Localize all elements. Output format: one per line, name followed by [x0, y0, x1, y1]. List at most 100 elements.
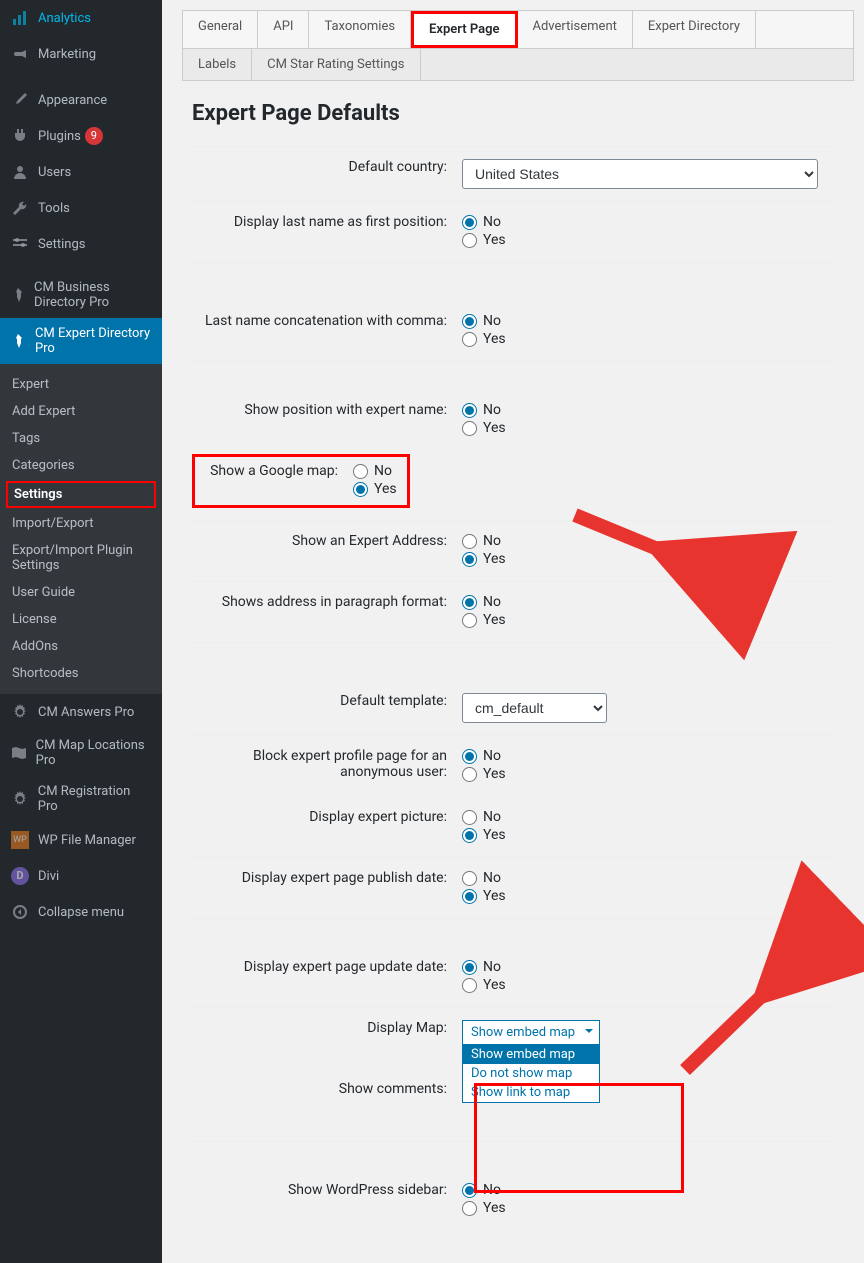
radio-no[interactable]: No: [462, 533, 834, 549]
sidebar-item-cm-reg[interactable]: CM Registration Pro: [0, 776, 162, 822]
select-template[interactable]: cm_default: [462, 693, 607, 723]
option-no-map[interactable]: Do not show map: [463, 1064, 599, 1083]
tab-advertisement[interactable]: Advertisement: [518, 11, 633, 48]
label-block-anon: Block expert profile page for an anonymo…: [192, 748, 462, 784]
brush-icon: [10, 90, 30, 110]
radio-yes[interactable]: Yes: [462, 612, 834, 628]
wp-badge-icon: WP: [10, 830, 30, 850]
radio-yes[interactable]: Yes: [462, 827, 834, 843]
map-icon: [10, 743, 28, 763]
pin-icon: [10, 331, 27, 351]
plug-icon: [10, 126, 30, 146]
label-google-map: Show a Google map:: [205, 463, 353, 499]
label: Users: [38, 165, 71, 180]
label-last-name-comma: Last name concatenation with comma:: [192, 313, 462, 349]
sidebar-item-appearance[interactable]: Appearance: [0, 82, 162, 118]
sidebar-submenu: Expert Add Expert Tags Categories Settin…: [0, 364, 162, 694]
radio-no[interactable]: No: [462, 594, 834, 610]
user-icon: [10, 162, 30, 182]
sub-user-guide[interactable]: User Guide: [0, 579, 162, 606]
sidebar-item-marketing[interactable]: Marketing: [0, 36, 162, 72]
highlight-display-map: [474, 1083, 684, 1193]
sidebar-item-divi[interactable]: D Divi: [0, 858, 162, 894]
tab-taxonomies[interactable]: Taxonomies: [309, 11, 411, 48]
sidebar-item-settings[interactable]: Settings: [0, 226, 162, 262]
radio-no[interactable]: No: [462, 313, 834, 329]
sub-addons[interactable]: AddOns: [0, 633, 162, 660]
label: WP File Manager: [38, 833, 136, 848]
sidebar-item-cm-answers[interactable]: CM Answers Pro: [0, 694, 162, 730]
divi-icon: D: [10, 866, 30, 886]
tab-labels[interactable]: Labels: [183, 49, 252, 80]
label-address-paragraph: Shows address in paragraph format:: [192, 594, 462, 630]
tab-cm-star[interactable]: CM Star Rating Settings: [252, 49, 420, 80]
megaphone-icon: [10, 44, 30, 64]
sub-import-export[interactable]: Import/Export: [0, 510, 162, 537]
sidebar-item-collapse[interactable]: Collapse menu: [0, 894, 162, 930]
sidebar-item-cm-expert[interactable]: CM Expert Directory Pro: [0, 318, 162, 364]
select-default-country[interactable]: United States: [462, 159, 818, 189]
label: CM Business Directory Pro: [34, 280, 152, 310]
label: CM Map Locations Pro: [36, 738, 152, 768]
label: CM Expert Directory Pro: [35, 326, 152, 356]
label-default-country: Default country:: [192, 159, 462, 189]
tab-general[interactable]: General: [183, 11, 258, 48]
sidebar-item-users[interactable]: Users: [0, 154, 162, 190]
sidebar-item-analytics[interactable]: Analytics: [0, 0, 162, 36]
radio-no[interactable]: No: [462, 959, 834, 975]
sub-tags[interactable]: Tags: [0, 425, 162, 452]
label: Plugins: [38, 129, 81, 144]
tab-api[interactable]: API: [258, 11, 309, 48]
sub-expert[interactable]: Expert: [0, 371, 162, 398]
radio-yes[interactable]: Yes: [462, 888, 834, 904]
radio-no[interactable]: No: [353, 463, 397, 479]
radio-yes[interactable]: Yes: [462, 232, 834, 248]
sidebar-item-cm-business[interactable]: CM Business Directory Pro: [0, 272, 162, 318]
sub-shortcodes[interactable]: Shortcodes: [0, 660, 162, 687]
sidebar-item-wp-file[interactable]: WP WP File Manager: [0, 822, 162, 858]
label: Marketing: [38, 47, 96, 62]
sub-export-import-plugin[interactable]: Export/Import Plugin Settings: [0, 537, 162, 579]
tab-expert-directory[interactable]: Expert Directory: [633, 11, 756, 48]
main-content: General API Taxonomies Expert Page Adver…: [162, 0, 864, 1250]
radio-yes[interactable]: Yes: [462, 420, 834, 436]
admin-sidebar: Analytics Marketing Appearance Plugins9 …: [0, 0, 162, 1263]
label-expert-address: Show an Expert Address:: [192, 533, 462, 569]
sidebar-item-tools[interactable]: Tools: [0, 190, 162, 226]
radio-yes[interactable]: Yes: [353, 481, 397, 497]
tab-expert-page[interactable]: Expert Page: [411, 11, 517, 48]
radio-no[interactable]: No: [462, 870, 834, 886]
radio-yes[interactable]: Yes: [462, 1200, 834, 1216]
option-embed[interactable]: Show embed map: [463, 1045, 599, 1064]
sub-add-expert[interactable]: Add Expert: [0, 398, 162, 425]
sub-settings[interactable]: Settings: [6, 481, 156, 508]
label: CM Registration Pro: [38, 784, 152, 814]
radio-no[interactable]: No: [462, 214, 834, 230]
sub-categories[interactable]: Categories: [0, 452, 162, 479]
select-display-map[interactable]: Show embed map: [462, 1020, 600, 1045]
label-publish-date: Display expert page publish date:: [192, 870, 462, 906]
radio-no[interactable]: No: [462, 809, 834, 825]
radio-yes[interactable]: Yes: [462, 331, 834, 347]
label: CM Answers Pro: [38, 705, 134, 720]
gear-icon: [10, 789, 30, 809]
label: Divi: [38, 869, 59, 884]
label: Appearance: [38, 93, 107, 108]
sidebar-item-plugins[interactable]: Plugins9: [0, 118, 162, 154]
radio-yes[interactable]: Yes: [462, 766, 834, 782]
collapse-icon: [10, 902, 30, 922]
sub-license[interactable]: License: [0, 606, 162, 633]
gear-icon: [10, 702, 30, 722]
label-display-picture: Display expert picture:: [192, 809, 462, 845]
radio-no[interactable]: No: [462, 748, 834, 764]
chart-icon: [10, 8, 30, 28]
sidebar-item-cm-map[interactable]: CM Map Locations Pro: [0, 730, 162, 776]
label-show-position: Show position with expert name:: [192, 402, 462, 438]
label-show-sidebar: Show WordPress sidebar:: [192, 1182, 462, 1218]
label-display-map: Display Map:: [192, 1020, 462, 1103]
radio-yes[interactable]: Yes: [462, 977, 834, 993]
radio-yes[interactable]: Yes: [462, 551, 834, 567]
radio-no[interactable]: No: [462, 402, 834, 418]
label: Tools: [38, 201, 70, 216]
label: Collapse menu: [38, 905, 124, 920]
